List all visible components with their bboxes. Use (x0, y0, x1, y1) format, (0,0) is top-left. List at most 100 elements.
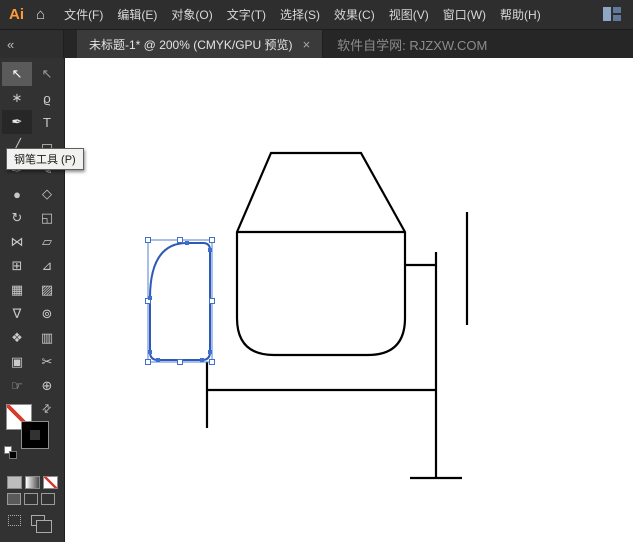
collapse-chevrons-icon: « (7, 36, 15, 52)
tab-bar: « 未标题-1* @ 200% (CMYK/GPU 预览) × 软件自学网: R… (0, 30, 633, 58)
gradient-tool-icon: ▨ (40, 282, 54, 297)
tool-pen[interactable]: ✒ (2, 110, 32, 134)
stroke-swatch-black[interactable] (21, 421, 49, 449)
workspace-switcher-icon[interactable] (603, 6, 623, 23)
type-tool-icon: T (43, 114, 51, 130)
swap-fill-stroke-icon[interactable]: ⇄ (39, 401, 54, 416)
symbol-sprayer-tool-icon: ❖ (11, 330, 23, 345)
shape-builder-tool-icon: ⊞ (11, 258, 23, 273)
anchor-point[interactable] (156, 358, 160, 362)
tool-magic-wand[interactable]: ∗ (2, 86, 32, 110)
menu-file[interactable]: 文件(F) (57, 0, 110, 30)
hand-tool-icon: ☞ (11, 378, 23, 393)
menu-select[interactable]: 选择(S) (273, 0, 327, 30)
slice-tool-icon: ✂ (41, 354, 53, 369)
mesh-tool-icon: ▦ (10, 282, 24, 297)
default-fill-stroke-icon[interactable] (4, 446, 18, 460)
tool-rotate[interactable]: ↻ (2, 206, 32, 230)
perspective-grid-tool-icon: ⊿ (41, 258, 53, 273)
tool-symbol-sprayer[interactable]: ❖ (2, 326, 32, 350)
eraser-tool-icon: ◇ (42, 186, 52, 201)
color-button[interactable] (7, 476, 22, 489)
anchor-point[interactable] (208, 248, 212, 252)
document-tab-title: 未标题-1* @ 200% (CMYK/GPU 预览) (89, 37, 293, 52)
eyedropper-tool-icon: ∇ (12, 306, 22, 321)
tool-column-graph[interactable]: ▥ (32, 326, 62, 350)
tool-eyedropper[interactable]: ∇ (2, 302, 32, 326)
menu-help[interactable]: 帮助(H) (493, 0, 548, 30)
selection-handle[interactable] (177, 237, 183, 243)
width-tool-icon: ⋈ (10, 234, 24, 249)
document-tab[interactable]: 未标题-1* @ 200% (CMYK/GPU 预览) × (77, 30, 324, 58)
toolbar-collapse-button[interactable]: « (0, 30, 64, 58)
anchor-point[interactable] (200, 358, 204, 362)
canvas[interactable] (65, 58, 633, 542)
selection-handle[interactable] (145, 359, 151, 365)
selection-handle[interactable] (177, 359, 183, 365)
tool-direct-selection[interactable]: ↖ (32, 62, 62, 86)
tool-eraser[interactable]: ◇ (32, 182, 62, 206)
draw-behind-button[interactable] (24, 493, 38, 505)
tool-scale[interactable]: ◱ (32, 206, 62, 230)
menu-view[interactable]: 视图(V) (382, 0, 436, 30)
menu-bar: Ai ⌂ 文件(F) 编辑(E) 对象(O) 文字(T) 选择(S) 效果(C)… (0, 0, 633, 30)
tool-gradient[interactable]: ▨ (32, 278, 62, 302)
draw-inside-button[interactable] (41, 493, 55, 505)
home-icon[interactable]: ⌂ (34, 6, 57, 23)
tool-grid: ↖ ↖ ∗ ϱ ✒ T ╱ ▭ ✑ ✎ ● ◇ ↻ ◱ ⋈ ▱ ⊞ ⊿ ▦ ▨ … (0, 58, 64, 398)
tools-panel: ↖ ↖ ∗ ϱ ✒ T ╱ ▭ ✑ ✎ ● ◇ ↻ ◱ ⋈ ▱ ⊞ ⊿ ▦ ▨ … (0, 58, 65, 542)
column-graph-tool-icon: ▥ (40, 330, 54, 345)
none-button[interactable] (43, 476, 58, 489)
free-transform-tool-icon: ▱ (42, 234, 52, 249)
menu-type[interactable]: 文字(T) (220, 0, 273, 30)
artwork-selected-hopper[interactable] (149, 242, 211, 361)
tool-mesh[interactable]: ▦ (2, 278, 32, 302)
tool-lasso[interactable]: ϱ (32, 86, 62, 110)
tab-close-icon[interactable]: × (303, 37, 311, 52)
lasso-tool-icon: ϱ (43, 90, 51, 106)
illustrator-window: Ai ⌂ 文件(F) 编辑(E) 对象(O) 文字(T) 选择(S) 效果(C)… (0, 0, 633, 542)
tool-type[interactable]: T (32, 110, 62, 134)
tool-zoom[interactable]: ⊕ (32, 374, 62, 398)
anchor-point[interactable] (185, 241, 189, 245)
tool-shape-builder[interactable]: ⊞ (2, 254, 32, 278)
anchor-point[interactable] (208, 350, 212, 354)
tool-artboard[interactable]: ▣ (2, 350, 32, 374)
tool-slice[interactable]: ✂ (32, 350, 62, 374)
magic-wand-tool-icon: ∗ (11, 90, 23, 105)
direct-selection-tool-icon: ↖ (41, 66, 53, 81)
menu-window[interactable]: 窗口(W) (436, 0, 493, 30)
selection-handle[interactable] (209, 237, 215, 243)
tool-selection[interactable]: ↖ (2, 62, 32, 86)
blend-tool-icon: ⊚ (41, 306, 53, 321)
menu-object[interactable]: 对象(O) (164, 0, 219, 30)
tool-blob-brush[interactable]: ● (2, 182, 32, 206)
watermark-text: 软件自学网: RJZXW.COM (337, 37, 488, 53)
edit-toolbar-icon[interactable] (8, 515, 21, 526)
tool-free-transform[interactable]: ▱ (32, 230, 62, 254)
tool-perspective-grid[interactable]: ⊿ (32, 254, 62, 278)
anchor-point[interactable] (148, 296, 152, 300)
anchor-point[interactable] (148, 350, 152, 354)
pen-tool-tooltip: 钢笔工具 (P) (6, 148, 84, 170)
draw-normal-button[interactable] (7, 493, 21, 505)
fill-stroke-area: ⇄ (0, 398, 64, 472)
selection-handle[interactable] (145, 237, 151, 243)
screen-mode-icon[interactable] (31, 515, 52, 533)
selection-handle[interactable] (209, 298, 215, 304)
rotate-tool-icon: ↻ (11, 210, 23, 225)
menu-edit[interactable]: 编辑(E) (110, 0, 164, 30)
selection-handle[interactable] (209, 359, 215, 365)
menu-effect[interactable]: 效果(C) (327, 0, 382, 30)
artboard-tool-icon: ▣ (10, 354, 24, 369)
scale-tool-icon: ◱ (40, 210, 54, 225)
apply-color-row (0, 476, 64, 489)
pen-tool-icon: ✒ (11, 114, 23, 129)
app-logo: Ai (9, 6, 24, 23)
zoom-tool-icon: ⊕ (41, 378, 53, 393)
tool-blend[interactable]: ⊚ (32, 302, 62, 326)
tool-hand[interactable]: ☞ (2, 374, 32, 398)
artwork-mixer-drum[interactable] (235, 151, 407, 357)
tool-width[interactable]: ⋈ (2, 230, 32, 254)
gradient-button[interactable] (25, 476, 40, 489)
